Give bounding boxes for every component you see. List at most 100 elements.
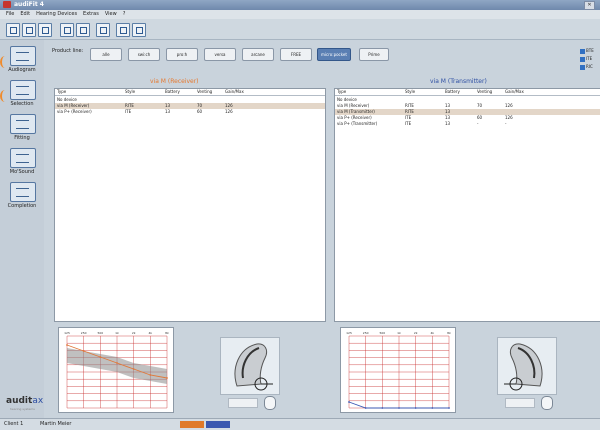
checkbox-bte[interactable]: BTE — [580, 48, 594, 55]
left-audiogram-svg: 125 250 500 1k 2k 4k 8k — [64, 331, 169, 409]
checkbox-icon — [580, 56, 585, 62]
left-audiogram-chart: 125 250 500 1k 2k 4k 8k — [58, 327, 174, 413]
receiver-knob-icon[interactable] — [264, 396, 276, 410]
hearing-aid-icon — [234, 343, 273, 391]
right-panel-title: via M (Transmitter) — [430, 78, 487, 85]
help-icon[interactable] — [96, 23, 110, 37]
product-tab-versa[interactable]: versa — [204, 48, 236, 61]
audiogram-icon[interactable] — [60, 23, 74, 37]
column-header[interactable]: Venting — [197, 89, 212, 95]
status-right-ear-indicator — [206, 421, 230, 428]
data-point — [431, 407, 434, 409]
product-tab-alle[interactable]: alle — [90, 48, 122, 61]
table-row[interactable]: via P+ (Transmitter) ITE 13 - - — [335, 121, 600, 127]
checkbox-icon — [580, 48, 585, 54]
data-point — [132, 368, 135, 370]
app-icon — [3, 1, 11, 8]
column-header[interactable]: Gain/Max — [225, 89, 244, 95]
receiver-device-image — [220, 337, 280, 395]
nav-selection-button[interactable] — [10, 80, 36, 100]
data-point — [99, 356, 102, 358]
checkbox-ric[interactable]: RIC — [580, 64, 594, 71]
product-tab-micropocket[interactable]: micro:pocket — [317, 48, 351, 61]
nav-left-icon[interactable] — [116, 23, 130, 37]
product-tab-proh[interactable]: pro:h — [166, 48, 198, 61]
table-row[interactable]: via P+ (Receiver) ITE 13 60 126 — [55, 109, 325, 115]
right-audiogram-chart: 125 250 500 1k 2k 4k 8k — [340, 327, 456, 413]
right-audiogram-svg: 125 250 500 1k 2k 4k 8k — [346, 331, 451, 409]
table-cell: ITE — [125, 109, 132, 114]
audiogram-icon — [16, 52, 29, 61]
menu-extras[interactable]: Extras — [83, 10, 99, 19]
column-header[interactable]: Battery — [165, 89, 180, 95]
close-button[interactable]: ✕ — [584, 1, 595, 10]
product-line-label: Product line: — [52, 48, 84, 54]
table-cell: via P+ (Receiver) — [57, 109, 92, 114]
product-tab-prime[interactable]: Prime — [359, 48, 389, 61]
menu-hearing-devices[interactable]: Hearing Devices — [36, 10, 77, 19]
product-tab-arcane[interactable]: arcane — [242, 48, 274, 61]
data-point — [166, 377, 168, 379]
table-cell: ITE — [405, 121, 412, 126]
nav-audiogram-label: Audiogram — [8, 67, 36, 73]
table-cell: 60 — [197, 109, 203, 114]
brand-logo: auditax — [6, 396, 44, 406]
left-panel-title: via M (Receiver) — [150, 78, 199, 85]
nav-fitting-label: Fitting — [14, 135, 30, 141]
right-table-header: Type Style Battery Venting Gain/Max — [335, 89, 600, 96]
product-line-bar: Product line: alle swi:ch pro:h versa ar… — [52, 44, 582, 70]
nav-completion-button[interactable] — [10, 182, 36, 202]
toolbar — [0, 19, 600, 40]
open-icon[interactable] — [6, 23, 20, 37]
nav-right-icon[interactable] — [132, 23, 146, 37]
forward-icon[interactable] — [38, 23, 52, 37]
column-header[interactable]: Type — [57, 89, 66, 95]
back-icon[interactable] — [22, 23, 36, 37]
data-point — [364, 407, 367, 409]
status-name: Martin Meier — [40, 421, 72, 427]
transmitter-device-image — [497, 337, 557, 395]
left-device-list: Type Style Battery Venting Gain/Max No device… — [54, 88, 326, 322]
column-header[interactable]: Style — [405, 89, 415, 95]
transmitter-volume-slider[interactable] — [505, 398, 535, 408]
menu-file[interactable]: File — [6, 10, 14, 19]
tick-label: 2k — [132, 331, 136, 335]
column-header[interactable]: Type — [337, 89, 346, 95]
data-point — [82, 350, 85, 352]
column-header[interactable]: Battery — [445, 89, 460, 95]
left-table-header: Type Style Battery Venting Gain/Max — [55, 89, 325, 96]
column-header[interactable]: Style — [125, 89, 135, 95]
nav-audiogram-button[interactable] — [10, 46, 36, 66]
product-tab-switch[interactable]: swi:ch — [128, 48, 160, 61]
status-bar: Client 1 Martin Meier — [0, 418, 600, 430]
nav-fitting-button[interactable] — [10, 114, 36, 134]
hearing-aid-icon — [504, 343, 543, 391]
nav-selection-label: Selection — [10, 101, 34, 107]
menu-help[interactable]: ? — [123, 10, 126, 19]
product-tab-free[interactable]: FREE — [280, 48, 312, 61]
data-point — [448, 407, 450, 409]
mosound-icon — [16, 154, 29, 163]
tick-label: 125 — [64, 331, 70, 335]
table-cell: 13 — [165, 109, 171, 114]
checkbox-ite[interactable]: ITE — [580, 56, 594, 63]
receiver-volume-slider[interactable] — [228, 398, 258, 408]
tick-label: 8k — [165, 331, 169, 335]
tick-label: 1k — [115, 331, 119, 335]
tick-label: 8k — [447, 331, 451, 335]
tick-label: 4k — [431, 331, 435, 335]
nav-mosound-button[interactable] — [10, 148, 36, 168]
status-left-ear-indicator — [180, 421, 204, 428]
menu-view[interactable]: View — [105, 10, 117, 19]
tick-label: 2k — [414, 331, 418, 335]
brand-tagline: hearing systems — [10, 407, 35, 411]
tick-label: 1k — [397, 331, 401, 335]
column-header[interactable]: Gain/Max — [505, 89, 524, 95]
column-header[interactable]: Venting — [477, 89, 492, 95]
print-icon[interactable] — [76, 23, 90, 37]
tick-label: 500 — [97, 331, 103, 335]
data-point — [116, 362, 118, 364]
transmitter-knob-icon[interactable] — [541, 396, 553, 410]
right-device-list: Type Style Battery Venting Gain/Max No device… — [334, 88, 600, 322]
menu-edit[interactable]: Edit — [20, 10, 30, 19]
